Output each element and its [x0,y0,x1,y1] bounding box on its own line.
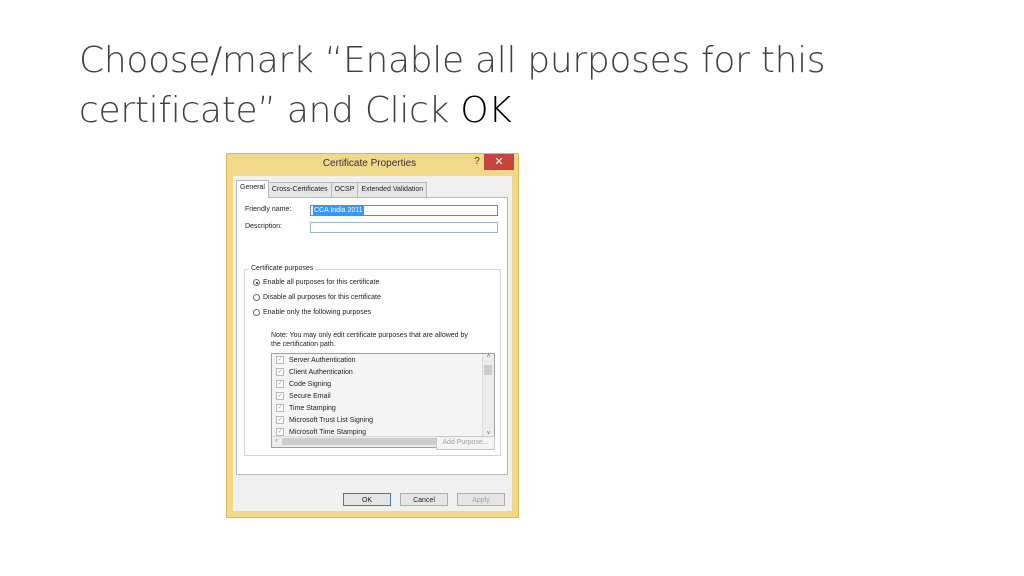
radio-enable-only-following[interactable]: Enable only the following purposes [253,309,371,316]
close-icon: ✕ [494,156,504,168]
description-label: Description: [245,223,282,230]
radio-enable-only-label: Enable only the following purposes [263,309,372,316]
checkbox-icon: ✓ [276,416,284,424]
checkbox-icon: ✓ [276,392,284,400]
list-item: ✓ Client Authentication [276,368,353,376]
certificate-properties-dialog: Certificate Properties ? ✕ General Cross… [226,153,519,518]
friendly-name-input[interactable]: CCA India 2011 [310,205,498,216]
friendly-name-value: CCA India 2011 [313,206,364,215]
add-purpose-button[interactable]: Add Purpose... [436,436,495,450]
general-tab-panel: Friendly name: CCA India 2011 Descriptio… [236,197,508,475]
radio-icon [253,309,260,316]
certificate-purposes-label: Certificate purposes [249,265,316,272]
list-item: ✓ Secure Email [276,392,331,400]
scroll-left-icon[interactable]: ‹ [272,438,281,444]
purpose-label: Time Stamping [289,404,336,412]
tab-cross-certificates[interactable]: Cross-Certificates [267,182,332,198]
purposes-note: Note: You may only edit certificate purp… [271,331,501,349]
help-button[interactable]: ? [470,156,484,167]
description-input[interactable] [310,222,498,233]
friendly-name-label: Friendly name: [245,206,292,213]
radio-disable-all-label: Disable all purposes for this certificat… [263,294,381,301]
radio-selected-icon [253,279,260,286]
certificate-purposes-group: Certificate purposes Enable all purposes… [244,265,501,456]
purposes-listbox[interactable]: ✓ Server Authentication ✓ Client Authentic… [271,353,495,448]
slide-title-ok: OK [460,90,512,131]
note-line-1: Note: You may only edit certificate purp… [271,332,468,339]
radio-enable-all-label: Enable all purposes for this certificate [263,279,380,286]
purpose-label: Microsoft Time Stamping [289,428,367,436]
apply-button[interactable]: Apply [457,493,505,506]
purpose-label: Client Authentication [289,368,353,376]
tab-extended-validation[interactable]: Extended Validation [357,182,428,198]
ok-button[interactable]: OK [343,493,391,506]
dialog-titlebar[interactable]: Certificate Properties ? ✕ [227,154,518,174]
list-item: ✓ Microsoft Time Stamping [276,428,366,436]
radio-enable-all[interactable]: Enable all purposes for this certificate [253,279,379,286]
purpose-label: Microsoft Trust List Signing [289,416,374,424]
list-item: ✓ Code Signing [276,380,331,388]
dialog-client: General Cross-Certificates OCSP Extended… [233,176,512,511]
slide-title-text: Choose/mark “Enable all purposes for thi… [79,40,826,131]
purpose-label: Server Authentication [289,356,356,364]
slide-title: Choose/mark “Enable all purposes for thi… [79,36,959,136]
radio-disable-all[interactable]: Disable all purposes for this certificat… [253,294,381,301]
purpose-label: Secure Email [289,392,331,400]
note-line-2: the certification path. [271,341,336,348]
list-item: ✓ Time Stamping [276,404,336,412]
vertical-scrollbar[interactable]: ˄ ˅ [482,354,494,437]
checkbox-icon: ✓ [276,380,284,388]
checkbox-icon: ✓ [276,404,284,412]
checkbox-icon: ✓ [276,368,284,376]
list-item: ✓ Server Authentication [276,356,356,364]
list-item: ✓ Microsoft Trust List Signing [276,416,373,424]
checkbox-icon: ✓ [276,428,284,436]
checkbox-icon: ✓ [276,356,284,364]
tab-general[interactable]: General [236,180,269,198]
radio-icon [253,294,260,301]
tab-strip: General Cross-Certificates OCSP Extended… [236,180,428,198]
cancel-button[interactable]: Cancel [400,493,448,506]
vertical-scroll-thumb[interactable] [484,365,492,375]
scroll-up-icon[interactable]: ˄ [483,354,494,360]
purpose-label: Code Signing [289,380,332,388]
dialog-title: Certificate Properties [322,158,417,169]
tab-ocsp[interactable]: OCSP [330,182,359,198]
close-button[interactable]: ✕ [484,154,514,170]
